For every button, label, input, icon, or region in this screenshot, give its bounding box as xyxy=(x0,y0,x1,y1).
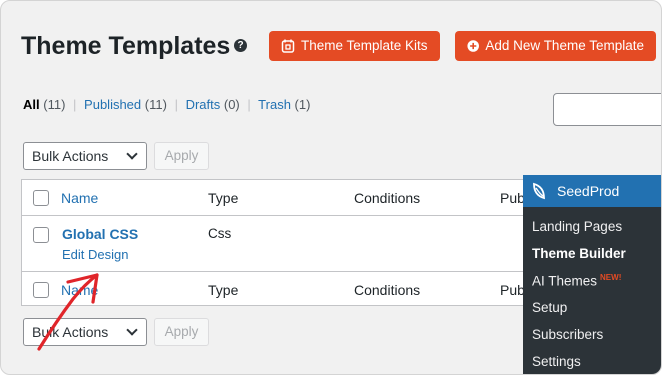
search-input[interactable] xyxy=(553,93,661,126)
apply-button-bottom[interactable]: Apply xyxy=(154,318,209,346)
seedprod-admin-menu: SeedProd Landing Pages Theme Builder AI … xyxy=(523,175,661,374)
add-new-theme-template-label: Add New Theme Template xyxy=(485,38,644,53)
seedprod-menu-header[interactable]: SeedProd xyxy=(523,175,661,207)
status-filters: All (11) | Published (11) | Drafts (0) |… xyxy=(23,97,310,112)
template-type: Css xyxy=(208,226,232,241)
filter-all-count: (11) xyxy=(43,97,66,112)
filter-all[interactable]: All xyxy=(23,97,40,112)
bulk-actions-value: Bulk Actions xyxy=(32,324,109,340)
column-conditions-footer: Conditions xyxy=(354,282,421,298)
row-checkbox[interactable] xyxy=(33,227,49,243)
menu-item-setup[interactable]: Setup xyxy=(532,300,567,315)
bulk-actions-value: Bulk Actions xyxy=(32,148,109,164)
select-all-checkbox-footer[interactable] xyxy=(33,282,49,298)
menu-item-subscribers[interactable]: Subscribers xyxy=(532,327,603,342)
filter-drafts[interactable]: Drafts xyxy=(186,97,221,112)
chevron-down-icon xyxy=(126,148,138,160)
help-icon[interactable]: ? xyxy=(234,39,247,52)
menu-item-ai-themes-label: AI Themes xyxy=(532,273,598,289)
menu-item-landing-pages[interactable]: Landing Pages xyxy=(532,219,622,234)
column-type: Type xyxy=(208,190,239,206)
filter-separator: | xyxy=(73,97,77,112)
template-kit-icon xyxy=(281,39,295,53)
menu-item-settings[interactable]: Settings xyxy=(532,354,581,369)
column-name-footer[interactable]: Name xyxy=(61,282,98,298)
edit-design-link[interactable]: Edit Design xyxy=(62,247,128,262)
template-title-link[interactable]: Global CSS xyxy=(62,226,138,242)
theme-templates-page: Theme Templates ? Theme Template Kits Ad… xyxy=(0,0,662,375)
filter-trash[interactable]: Trash xyxy=(258,97,291,112)
seedprod-menu-title: SeedProd xyxy=(557,183,620,199)
filter-separator: | xyxy=(247,97,251,112)
theme-template-kits-button[interactable]: Theme Template Kits xyxy=(269,31,440,61)
filter-separator: | xyxy=(174,97,178,112)
add-new-theme-template-button[interactable]: Add New Theme Template xyxy=(455,31,656,61)
filter-published[interactable]: Published xyxy=(84,97,141,112)
page-title: Theme Templates xyxy=(21,32,231,60)
seedprod-leaf-icon xyxy=(533,182,545,200)
apply-button-top[interactable]: Apply xyxy=(154,142,209,170)
new-badge: NEW! xyxy=(600,273,622,282)
filter-published-count: (11) xyxy=(144,97,167,112)
column-conditions: Conditions xyxy=(354,190,421,206)
column-type-footer: Type xyxy=(208,282,239,298)
plus-circle-icon xyxy=(467,40,479,52)
theme-template-kits-label: Theme Template Kits xyxy=(301,38,428,53)
filter-drafts-count: (0) xyxy=(223,97,240,112)
filter-trash-count: (1) xyxy=(294,97,311,112)
bulk-actions-select-top[interactable]: Bulk Actions xyxy=(23,142,147,170)
select-all-checkbox[interactable] xyxy=(33,190,49,206)
chevron-down-icon xyxy=(126,324,138,336)
bulk-actions-select-bottom[interactable]: Bulk Actions xyxy=(23,318,147,346)
column-name[interactable]: Name xyxy=(61,190,98,206)
menu-item-theme-builder[interactable]: Theme Builder xyxy=(532,246,626,261)
menu-item-ai-themes[interactable]: AI Themes NEW! xyxy=(532,273,621,289)
